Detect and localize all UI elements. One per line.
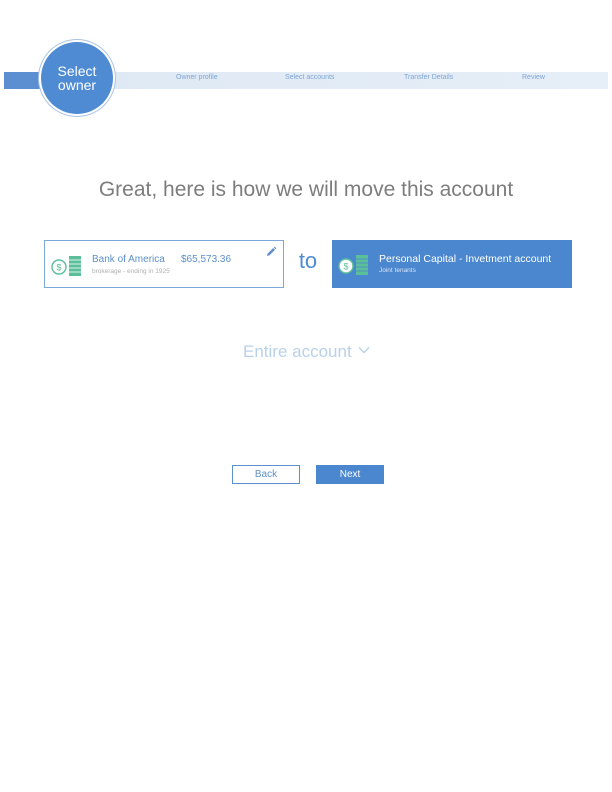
transfer-amount-dropdown[interactable]: Entire account bbox=[243, 340, 370, 364]
from-account-subtitle: brokerage - ending in 1925 bbox=[92, 268, 170, 275]
svg-text:$: $ bbox=[56, 263, 61, 273]
to-account-name: Personal Capital - Invetment account bbox=[379, 253, 552, 265]
from-account-card[interactable]: $ Bank of America $65,573.36 brokerage -… bbox=[44, 240, 284, 288]
to-account-card[interactable]: $ Personal Capital - Invetment account J… bbox=[332, 240, 572, 288]
back-button[interactable]: Back bbox=[232, 465, 300, 484]
money-icon: $ bbox=[51, 256, 81, 276]
pencil-icon[interactable] bbox=[265, 246, 277, 258]
progress-step-review[interactable]: Review bbox=[522, 74, 545, 81]
money-icon: $ bbox=[338, 255, 368, 275]
transfer-amount-selected: Entire account bbox=[243, 342, 352, 361]
progress-step-owner-profile[interactable]: Owner profile bbox=[176, 74, 218, 81]
to-connector: to bbox=[298, 248, 318, 273]
page-title: Great, here is how we will move this acc… bbox=[98, 178, 514, 201]
current-step-label: Select owner bbox=[57, 63, 97, 93]
svg-text:$: $ bbox=[343, 262, 348, 272]
chevron-down-icon bbox=[358, 347, 370, 354]
progress-step-select-accounts[interactable]: Select accounts bbox=[285, 74, 334, 81]
next-button[interactable]: Next bbox=[316, 465, 384, 484]
to-account-subtitle: Joint tenants bbox=[379, 267, 416, 274]
current-step-indicator: Select owner bbox=[41, 42, 113, 114]
from-account-amount: $65,573.36 bbox=[181, 254, 232, 265]
from-account-name: Bank of America bbox=[92, 254, 165, 265]
progress-step-transfer-details[interactable]: Transfer Details bbox=[404, 74, 453, 81]
progress-steps: Owner profile Select accounts Transfer D… bbox=[140, 74, 600, 86]
